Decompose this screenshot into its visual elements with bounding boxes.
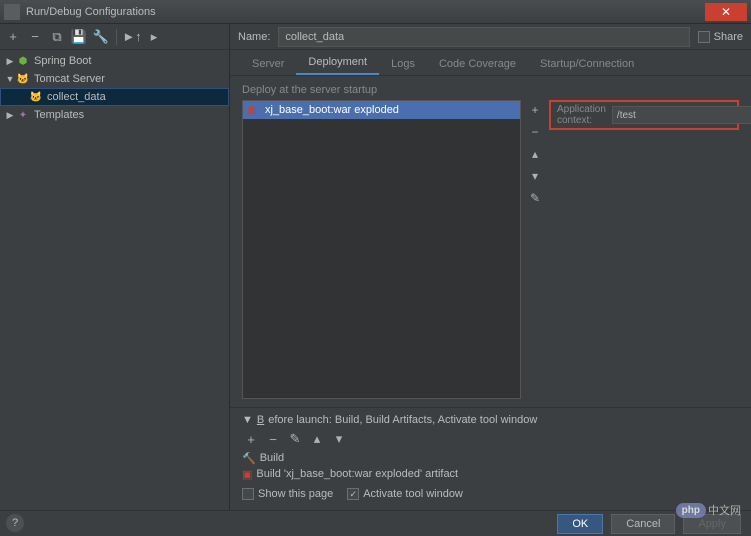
collapse-icon: ▼	[242, 414, 253, 426]
show-page-checkbox[interactable]: Show this page	[242, 488, 333, 500]
tab-startup-connection[interactable]: Startup/Connection	[528, 53, 646, 75]
tomcat-icon: 🐱	[29, 90, 43, 104]
php-badge: php	[676, 503, 706, 518]
watermark: php 中文网	[676, 502, 741, 518]
expand-icon[interactable]: ▶	[4, 110, 16, 121]
tree-item-collect-data[interactable]: 🐱 collect_data	[0, 88, 229, 106]
move-artifact-up-button[interactable]: ▴	[527, 146, 543, 162]
add-artifact-button[interactable]: +	[527, 102, 543, 118]
window-title: Run/Debug Configurations	[26, 6, 705, 18]
activate-label: Activate tool window	[363, 488, 463, 500]
before-launch-title-first: B	[257, 414, 264, 426]
before-launch-panel: ▼ Before launch: Build, Build Artifacts,…	[230, 407, 751, 510]
deploy-section-label: Deploy at the server startup	[242, 84, 739, 96]
tab-logs[interactable]: Logs	[379, 53, 427, 75]
bl-item-artifact[interactable]: ▣ Build 'xj_base_boot:war exploded' arti…	[242, 466, 739, 482]
show-page-label: Show this page	[258, 488, 333, 500]
before-launch-checks: Show this page ✓ Activate tool window	[242, 488, 739, 500]
move-artifact-down-button[interactable]: ▾	[527, 168, 543, 184]
bl-add-button[interactable]: +	[242, 430, 260, 448]
content-panel: Name: Share Server Deployment Logs Code …	[230, 24, 751, 510]
name-row: Name: Share	[230, 24, 751, 50]
artifact-list[interactable]: ▣ xj_base_boot:war exploded	[242, 100, 521, 399]
share-label: Share	[714, 31, 743, 43]
bl-item-build[interactable]: 🔨 Build	[242, 450, 739, 466]
bl-up-button[interactable]: ▴	[308, 430, 326, 448]
remove-artifact-button[interactable]: −	[527, 124, 543, 140]
tab-deployment[interactable]: Deployment	[296, 51, 379, 75]
checkbox-icon	[698, 31, 710, 43]
copy-config-button[interactable]: ⧉	[48, 28, 66, 46]
checkbox-icon: ✓	[347, 488, 359, 500]
checkbox-icon	[242, 488, 254, 500]
name-label: Name:	[238, 31, 270, 43]
config-tree: ▶ ⬢ Spring Boot ▼ 🐱 Tomcat Server 🐱 coll…	[0, 50, 229, 126]
remove-config-button[interactable]: −	[26, 28, 44, 46]
dialog-footer: OK Cancel Apply	[0, 510, 751, 536]
bl-down-button[interactable]: ▾	[330, 430, 348, 448]
add-config-button[interactable]: +	[4, 28, 22, 46]
activate-tool-checkbox[interactable]: ✓ Activate tool window	[347, 488, 463, 500]
help-button[interactable]: ?	[6, 514, 24, 532]
context-label: Application context:	[557, 104, 606, 126]
application-context-box: Application context: ▼	[549, 100, 739, 130]
before-launch-list: 🔨 Build ▣ Build 'xj_base_boot:war explod…	[242, 450, 739, 482]
tree-label: Tomcat Server	[34, 73, 105, 85]
artifact-icon: ▣	[247, 105, 261, 116]
tree-item-tomcat[interactable]: ▼ 🐱 Tomcat Server	[0, 70, 229, 88]
titlebar: Run/Debug Configurations ✕	[0, 0, 751, 24]
save-config-button[interactable]: 💾	[70, 28, 88, 46]
watermark-text: 中文网	[708, 502, 741, 518]
separator	[116, 29, 117, 45]
tree-item-templates[interactable]: ▶ ✦ Templates	[0, 106, 229, 124]
before-launch-title: efore launch: Build, Build Artifacts, Ac…	[268, 414, 537, 426]
sidebar: + − ⧉ 💾 🔧 ►↑ ▸ ▶ ⬢ Spring Boot ▼ 🐱 Tomca…	[0, 24, 230, 510]
edit-artifact-button[interactable]: ✎	[527, 190, 543, 206]
sidebar-toolbar: + − ⧉ 💾 🔧 ►↑ ▸	[0, 24, 229, 50]
before-launch-header[interactable]: ▼ Before launch: Build, Build Artifacts,…	[242, 414, 739, 426]
tomcat-icon: 🐱	[16, 72, 30, 86]
move-up-button[interactable]: ►↑	[123, 28, 141, 46]
template-icon: ✦	[16, 108, 30, 122]
bl-item-label: Build 'xj_base_boot:war exploded' artifa…	[256, 468, 458, 480]
bl-remove-button[interactable]: −	[264, 430, 282, 448]
cancel-button[interactable]: Cancel	[611, 514, 675, 534]
tabs: Server Deployment Logs Code Coverage Sta…	[230, 50, 751, 76]
deployment-panel: Deploy at the server startup ▣ xj_base_b…	[230, 76, 751, 407]
artifact-icon: ▣	[242, 468, 252, 481]
close-button[interactable]: ✕	[705, 3, 747, 21]
ok-button[interactable]: OK	[557, 514, 603, 534]
tree-item-spring-boot[interactable]: ▶ ⬢ Spring Boot	[0, 52, 229, 70]
context-input[interactable]	[612, 106, 751, 124]
bl-item-label: Build	[260, 452, 284, 464]
share-checkbox[interactable]: Share	[698, 31, 743, 43]
name-input[interactable]	[278, 27, 689, 47]
spring-boot-icon: ⬢	[16, 54, 30, 68]
expand-icon[interactable]: ▶	[4, 56, 16, 67]
tree-label: Templates	[34, 109, 84, 121]
app-icon	[4, 4, 20, 20]
tree-label: collect_data	[47, 91, 106, 103]
tab-code-coverage[interactable]: Code Coverage	[427, 53, 528, 75]
bl-edit-button[interactable]: ✎	[286, 430, 304, 448]
tree-label: Spring Boot	[34, 55, 91, 67]
edit-templates-button[interactable]: 🔧	[92, 28, 110, 46]
artifact-buttons: + − ▴ ▾ ✎	[527, 100, 543, 399]
collapse-icon[interactable]: ▼	[4, 74, 16, 84]
hammer-icon: 🔨	[242, 452, 256, 465]
folder-button[interactable]: ▸	[145, 28, 163, 46]
tab-server[interactable]: Server	[240, 53, 296, 75]
artifact-label: xj_base_boot:war exploded	[265, 104, 399, 116]
before-launch-toolbar: + − ✎ ▴ ▾	[242, 430, 739, 448]
artifact-item[interactable]: ▣ xj_base_boot:war exploded	[243, 101, 520, 119]
